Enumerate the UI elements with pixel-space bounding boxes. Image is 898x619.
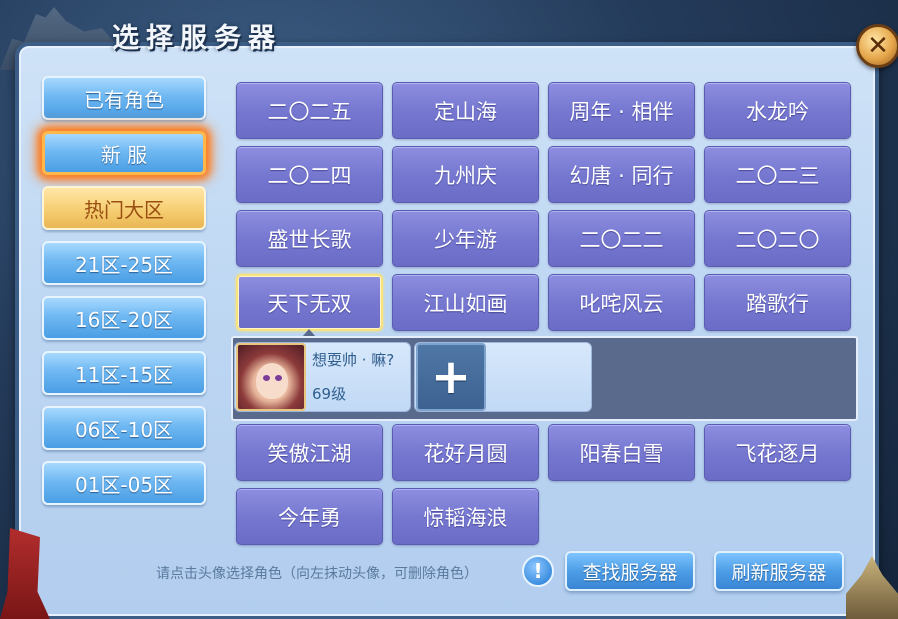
server-button[interactable]: 踏歌行 [704,274,851,331]
sidebar-item-zone-11-15[interactable]: 11区-15区 [42,351,206,395]
add-role-button[interactable]: + [416,343,486,411]
server-button[interactable]: 惊韬海浪 [392,488,539,545]
server-button[interactable]: 二〇二二 [548,210,695,267]
hint-text: 请点击头像选择角色（向左抹动头像，可删除角色） [156,566,478,582]
server-button[interactable]: 二〇二五 [236,82,383,139]
server-button[interactable]: 幻唐 · 同行 [548,146,695,203]
refresh-server-button[interactable]: 刷新服务器 [714,551,844,591]
plus-icon: + [430,349,472,405]
avatar-eye [275,375,282,381]
server-button[interactable]: 花好月圆 [392,424,539,481]
close-button[interactable]: ✕ [856,24,898,68]
server-button[interactable]: 定山海 [392,82,539,139]
female-character-avatar-icon[interactable] [236,343,306,411]
server-button[interactable]: 盛世长歌 [236,210,383,267]
server-button[interactable]: 二〇二〇 [704,210,851,267]
exclamation-icon: ! [533,559,543,583]
sidebar-item-zone-01-05[interactable]: 01区-05区 [42,461,206,505]
server-button[interactable]: 二〇二四 [236,146,383,203]
window-title: 选择服务器 [112,23,282,54]
server-button[interactable]: 江山如画 [392,274,539,331]
sidebar-item-zone-16-20[interactable]: 16区-20区 [42,296,206,340]
server-button[interactable]: 飞花逐月 [704,424,851,481]
server-button[interactable]: 周年 · 相伴 [548,82,695,139]
sidebar-item-zone-06-10[interactable]: 06区-10区 [42,406,206,450]
server-button[interactable]: 叱咤风云 [548,274,695,331]
server-button[interactable]: 二〇二三 [704,146,851,203]
server-button[interactable]: 少年游 [392,210,539,267]
close-icon: ✕ [867,31,889,61]
sidebar-item-new-servers[interactable]: 新 服 [42,131,206,175]
role-name: 想耍帅 · 嘛? [312,351,395,369]
server-button[interactable]: 阳春白雪 [548,424,695,481]
sidebar-item-hot-zones[interactable]: 热门大区 [42,186,206,230]
server-button[interactable]: 水龙吟 [704,82,851,139]
server-button-active[interactable]: 天下无双 [236,274,383,331]
server-button[interactable]: 今年勇 [236,488,383,545]
server-button[interactable]: 九州庆 [392,146,539,203]
sidebar-item-zone-21-25[interactable]: 21区-25区 [42,241,206,285]
avatar-face [256,363,288,399]
find-server-button[interactable]: 查找服务器 [565,551,695,591]
avatar-eye [263,375,270,381]
role-level: 69级 [312,385,347,403]
server-button[interactable]: 笑傲江湖 [236,424,383,481]
info-icon[interactable]: ! [522,555,554,587]
sidebar-item-existing-roles[interactable]: 已有角色 [42,76,206,120]
